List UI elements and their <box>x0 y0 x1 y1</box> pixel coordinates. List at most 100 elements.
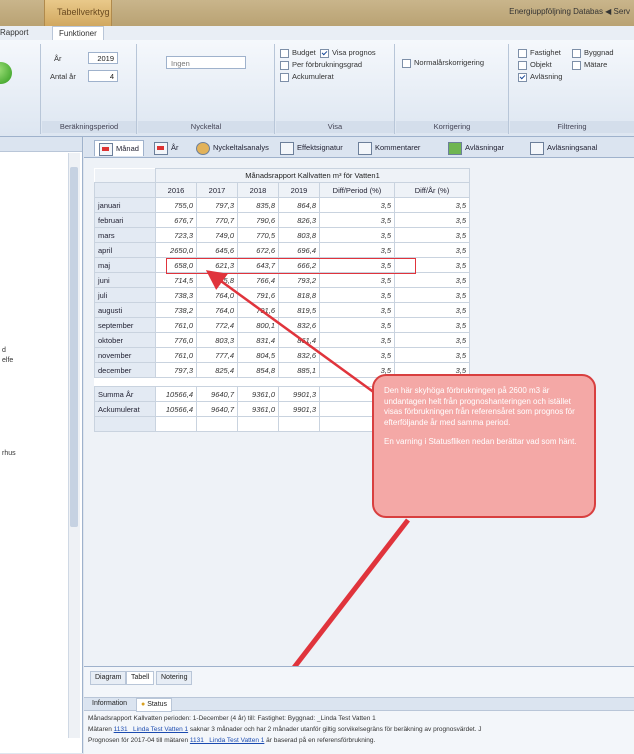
table-cell[interactable]: 776,0 <box>155 332 197 348</box>
row-header-month[interactable]: april <box>94 242 156 258</box>
tab-rapport[interactable]: Rapport <box>0 26 34 40</box>
col-header[interactable]: 2016 <box>155 182 197 198</box>
table-cell[interactable]: 3,5 <box>319 212 395 228</box>
row-header-month[interactable]: mars <box>94 227 156 243</box>
objekt-check[interactable]: Objekt <box>518 60 552 70</box>
table-cell[interactable]: 777,4 <box>196 347 238 363</box>
tree-node-2[interactable]: elfe <box>2 357 13 364</box>
table-cell[interactable]: 831,4 <box>237 332 279 348</box>
table-cell[interactable]: 10566,4 <box>155 401 197 417</box>
table-cell[interactable]: 791,6 <box>237 287 279 303</box>
tab-ar[interactable]: År <box>154 140 179 155</box>
row-header-month[interactable]: maj <box>94 257 156 273</box>
tab-nyckeltalsanalys[interactable]: Nyckeltalsanalys <box>196 140 269 155</box>
row-header-month[interactable]: juli <box>94 287 156 303</box>
fastighet-check[interactable]: Fastighet <box>518 48 561 58</box>
table-cell[interactable]: 804,5 <box>237 347 279 363</box>
table-cell[interactable]: 864,8 <box>278 197 320 213</box>
table-cell[interactable]: 803,3 <box>196 332 238 348</box>
row-header-month[interactable]: juni <box>94 272 156 288</box>
table-cell[interactable]: 676,7 <box>155 212 197 228</box>
col-header[interactable]: 2018 <box>237 182 279 198</box>
table-cell[interactable]: 3,5 <box>394 332 470 348</box>
table-cell[interactable]: 755,0 <box>155 197 197 213</box>
row-header-month[interactable]: februari <box>94 212 156 228</box>
tab-diagram[interactable]: Diagram <box>90 671 127 685</box>
tab-avlasningsanalys[interactable]: Avläsningsanal <box>530 140 597 155</box>
visa-prognos-check[interactable]: Visa prognos <box>320 48 376 58</box>
tab-avlasningar[interactable]: Avläsningar <box>448 140 504 155</box>
table-cell[interactable]: 772,4 <box>196 317 238 333</box>
table-cell[interactable]: 645,6 <box>196 242 238 258</box>
status-link-meter[interactable]: 1131 _Linda Test Vatten 1 <box>114 726 188 733</box>
row-header-month[interactable]: december <box>94 362 156 378</box>
table-cell[interactable]: 9640,7 <box>196 401 238 417</box>
byggnad-check[interactable]: Byggnad <box>572 48 614 58</box>
table-cell[interactable]: 3,5 <box>394 212 470 228</box>
table-cell[interactable]: 9361,0 <box>237 401 279 417</box>
row-header-month[interactable]: september <box>94 317 156 333</box>
table-cell[interactable]: 10566,4 <box>155 386 197 402</box>
table-cell[interactable]: 793,2 <box>278 272 320 288</box>
status-link-meter[interactable]: 1131 _Linda Test Vatten 1 <box>190 737 264 744</box>
table-cell[interactable]: 3,5 <box>319 197 395 213</box>
table-cell[interactable]: 800,1 <box>237 317 279 333</box>
left-scrollbar[interactable] <box>68 153 80 738</box>
table-cell[interactable]: 3,5 <box>319 347 395 363</box>
table-cell[interactable]: 797,3 <box>196 197 238 213</box>
tab-information[interactable]: Information <box>88 698 131 710</box>
table-cell[interactable]: 825,4 <box>196 362 238 378</box>
table-cell[interactable]: 9901,3 <box>278 401 320 417</box>
table-cell[interactable]: 3,5 <box>394 302 470 318</box>
table-cell[interactable]: 3,5 <box>394 272 470 288</box>
table-cell[interactable]: 672,6 <box>237 242 279 258</box>
matare-check[interactable]: Mätare <box>572 60 607 70</box>
per-forbrukning-check[interactable]: Per förbrukningsgrad <box>280 60 362 70</box>
table-cell[interactable]: 790,6 <box>237 212 279 228</box>
table-cell[interactable]: 3,5 <box>394 287 470 303</box>
table-cell[interactable]: 3,5 <box>394 197 470 213</box>
table-cell[interactable]: 3,5 <box>394 227 470 243</box>
row-header-month[interactable]: januari <box>94 197 156 213</box>
row-header-month[interactable]: oktober <box>94 332 156 348</box>
table-cell[interactable]: 749,0 <box>196 227 238 243</box>
ackumulerat-check[interactable]: Ackumulerat <box>280 72 334 82</box>
table-cell[interactable]: 761,0 <box>155 317 197 333</box>
table-cell[interactable]: 9901,3 <box>278 386 320 402</box>
table-cell[interactable]: 3,5 <box>319 242 395 258</box>
table-cell[interactable]: 3,5 <box>394 317 470 333</box>
table-cell[interactable]: 770,5 <box>237 227 279 243</box>
count-spinner[interactable]: 4 <box>88 70 118 82</box>
nyckeltal-combo[interactable]: Ingen <box>166 56 246 69</box>
col-header[interactable]: Diff/Period (%) <box>319 182 395 198</box>
tree-node-3[interactable]: rhus <box>2 450 16 457</box>
year-spinner[interactable]: 2019 <box>88 52 118 64</box>
tab-effektsignatur[interactable]: Effektsignatur <box>280 140 343 155</box>
table-cell[interactable]: 723,3 <box>155 227 197 243</box>
table-cell[interactable]: 861,4 <box>278 332 320 348</box>
table-cell[interactable]: 696,4 <box>278 242 320 258</box>
run-report-icon[interactable] <box>0 62 12 84</box>
table-cell[interactable]: 791,6 <box>237 302 279 318</box>
tab-notering[interactable]: Notering <box>156 671 193 685</box>
tab-manad[interactable]: Månad <box>94 140 144 156</box>
table-cell[interactable]: 854,8 <box>237 362 279 378</box>
table-cell[interactable]: 764,0 <box>196 287 238 303</box>
table-cell[interactable]: 3,5 <box>319 317 395 333</box>
table-cell[interactable]: 735,8 <box>196 272 238 288</box>
context-tab[interactable]: Tabellverktyg <box>44 0 112 26</box>
table-cell[interactable]: 832,6 <box>278 347 320 363</box>
table-cell[interactable]: 2650,0 <box>155 242 197 258</box>
row-header-month[interactable]: november <box>94 347 156 363</box>
table-cell[interactable]: 766,4 <box>237 272 279 288</box>
table-cell[interactable]: 3,5 <box>319 227 395 243</box>
table-cell[interactable]: 3,5 <box>319 302 395 318</box>
col-header[interactable]: Diff/År (%) <box>394 182 470 198</box>
table-cell[interactable]: 3,5 <box>319 287 395 303</box>
table-cell[interactable]: 761,0 <box>155 347 197 363</box>
tab-tabell[interactable]: Tabell <box>126 671 155 685</box>
table-cell[interactable]: 764,0 <box>196 302 238 318</box>
table-cell[interactable]: 885,1 <box>278 362 320 378</box>
table-cell[interactable]: 803,8 <box>278 227 320 243</box>
table-cell[interactable]: 818,8 <box>278 287 320 303</box>
